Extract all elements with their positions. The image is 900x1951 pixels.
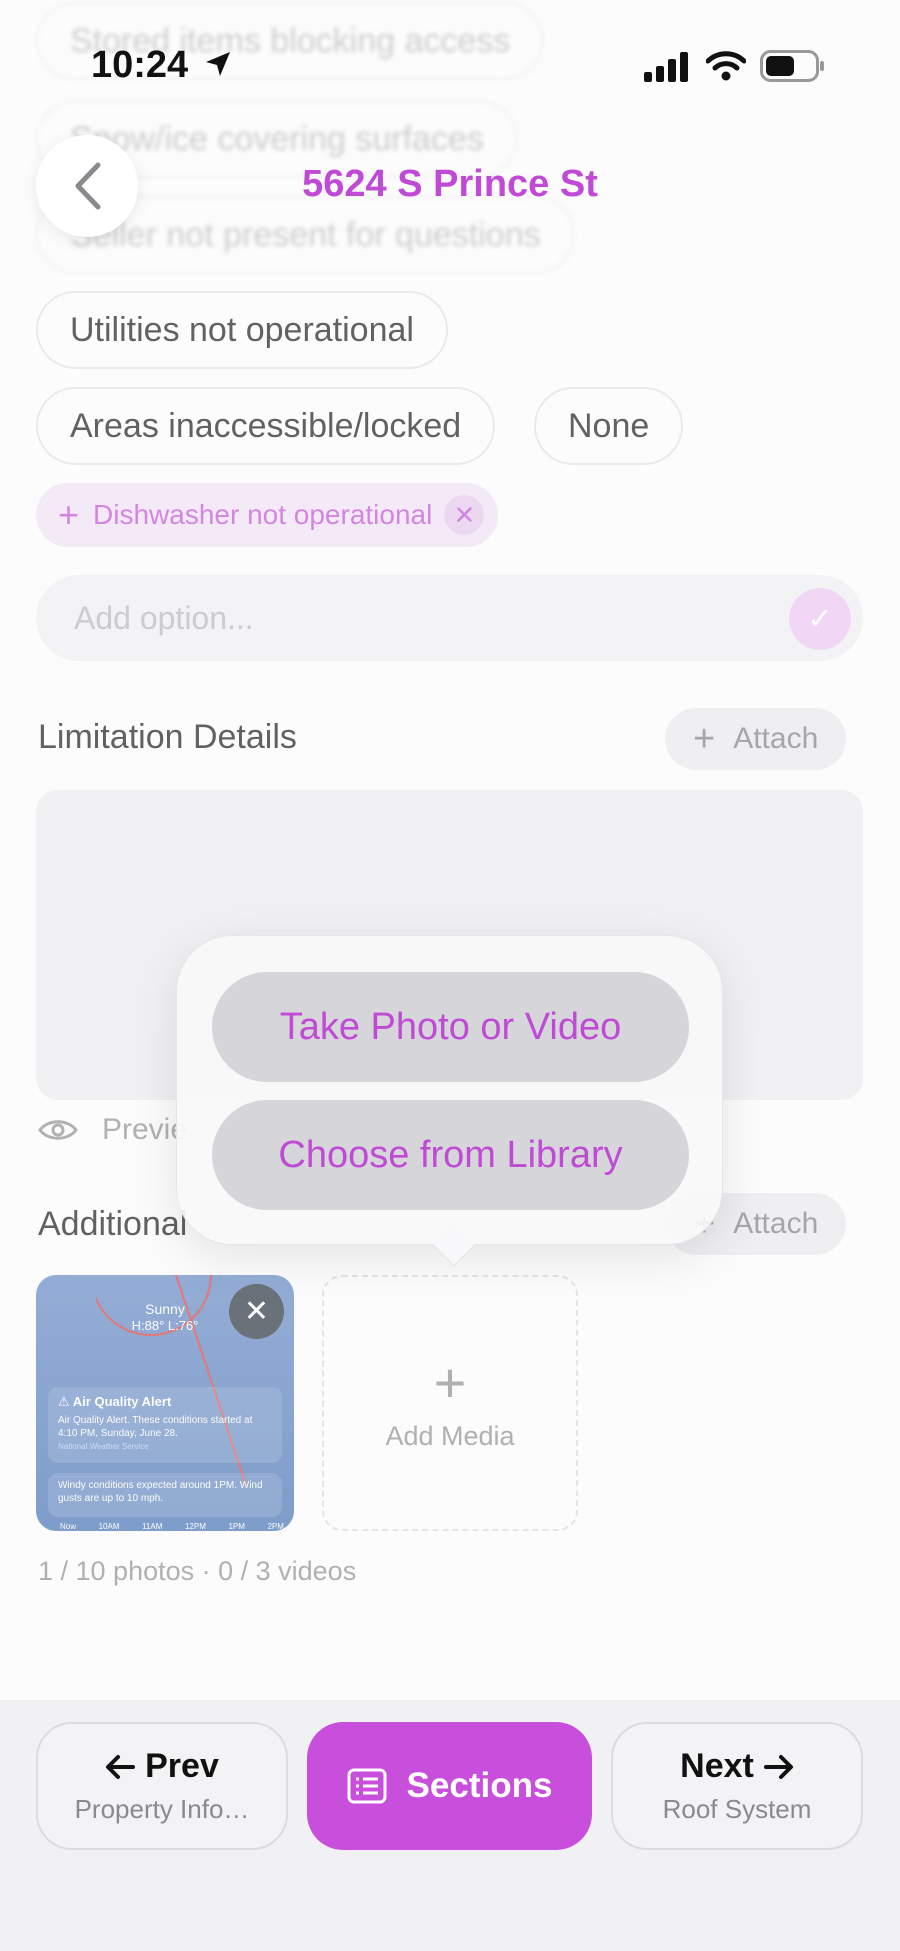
arrow-right-icon — [763, 1754, 793, 1779]
battery-icon — [760, 50, 824, 82]
next-main: Next — [680, 1747, 794, 1786]
location-arrow-icon — [205, 52, 230, 76]
prev-sublabel: Property Info… — [74, 1794, 250, 1824]
choose-library-button[interactable]: Choose from Library — [212, 1100, 689, 1210]
dim-overlay — [0, 0, 900, 1700]
status-time: 10:24 — [91, 44, 233, 87]
sections-label: Sections — [406, 1766, 553, 1805]
attach-popover-menu: Take Photo or Video Choose from Library — [176, 935, 723, 1267]
status-bar: 10:24 — [0, 0, 900, 130]
take-photo-button[interactable]: Take Photo or Video — [212, 972, 689, 1082]
prev-button[interactable]: Prev Property Info… — [36, 1722, 288, 1850]
bottom-nav-bar: Prev Property Info… Sections Next Roof S… — [0, 1700, 900, 1951]
wifi-icon — [706, 51, 746, 81]
next-label: Next — [680, 1747, 754, 1785]
list-icon — [347, 1768, 387, 1804]
prev-label: Prev — [145, 1747, 219, 1785]
status-time-text: 10:24 — [91, 44, 189, 86]
prev-main: Prev — [105, 1747, 219, 1786]
page-title: 5624 S Prince St — [302, 163, 598, 205]
sections-button[interactable]: Sections — [307, 1722, 592, 1850]
arrow-left-icon — [106, 1754, 136, 1779]
cellular-signal-icon — [644, 52, 688, 82]
next-sublabel: Roof System — [662, 1794, 812, 1824]
next-button[interactable]: Next Roof System — [611, 1722, 863, 1850]
